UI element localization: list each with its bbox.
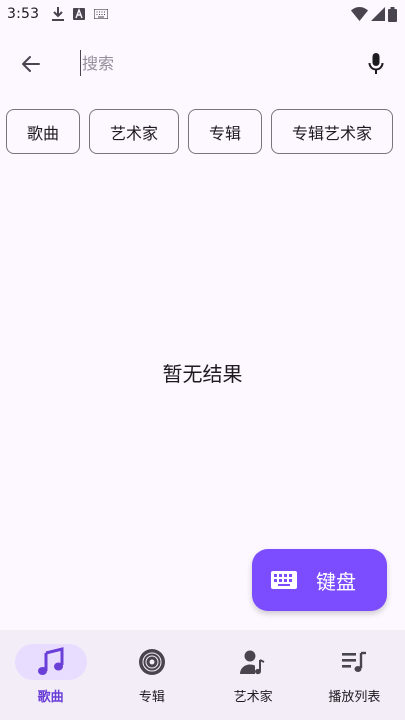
keyboard-fab-label: 键盘 [316,569,356,594]
nav-pill-albums [116,644,188,680]
keyboard-icon [271,571,297,589]
chip-album-artists[interactable]: 专辑艺术家 [271,109,394,154]
download-icon [52,7,65,21]
album-icon [138,649,165,675]
keyboard-icon [94,9,109,19]
arrow-left-icon [22,56,40,72]
keyboard-fab[interactable]: 键盘 [252,549,387,611]
nav-pill-artists [217,644,289,680]
nav-item-playlists[interactable]: 播放列表 [304,630,405,720]
status-system-icons [351,6,397,22]
nav-label-albums: 专辑 [138,690,165,705]
nav-label-playlists: 播放列表 [328,690,381,705]
chip-albums[interactable]: 专辑 [188,109,263,154]
filter-chips: 歌曲 艺术家 专辑 专辑艺术家 [6,109,405,154]
voice-search-button[interactable] [352,40,400,88]
text-a-icon [73,8,86,20]
battery-icon [388,6,397,22]
search-input[interactable] [80,50,350,76]
status-time: 3:53 [7,6,40,22]
playlist-icon [342,651,367,672]
search-bar [0,38,405,90]
nav-item-songs[interactable]: 歌曲 [0,630,101,720]
nav-item-albums[interactable]: 专辑 [101,630,202,720]
nav-label-songs: 歌曲 [37,690,64,705]
mic-icon [368,53,384,74]
nav-label-artists: 艺术家 [233,690,273,705]
back-button[interactable] [7,40,55,88]
empty-state-text: 暂无结果 [162,362,243,386]
nav-item-artists[interactable]: 艺术家 [203,630,304,720]
music-note-icon [37,647,64,675]
wifi-icon [351,7,368,21]
artist-icon [240,650,265,675]
signal-icon [371,7,385,21]
chip-artists[interactable]: 艺术家 [89,109,180,154]
status-notification-icons [52,7,109,21]
bottom-navigation: 歌曲 专辑 艺术家 播放列表 [0,630,405,720]
search-screen: 3:53 搜索 歌曲 艺术家 专辑 专辑艺术家 暂无结果 键盘 歌曲 专辑 艺术… [0,0,405,720]
chip-songs[interactable]: 歌曲 [6,109,81,154]
nav-pill-playlists [318,644,390,680]
nav-active-indicator [14,644,87,680]
status-bar: 3:53 [0,0,405,28]
